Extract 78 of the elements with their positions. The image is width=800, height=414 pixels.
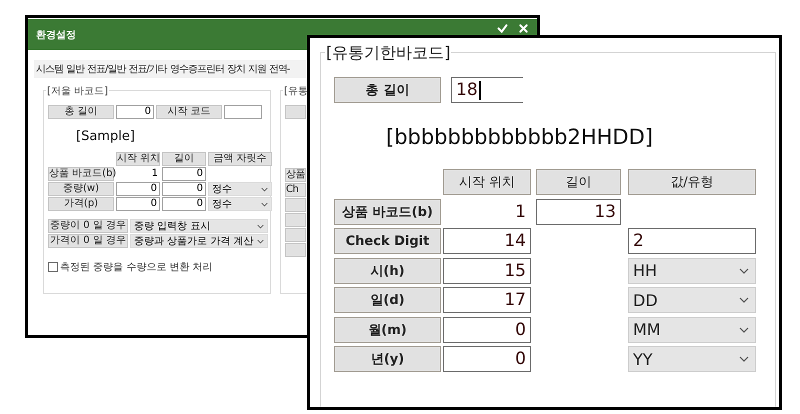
sample-text: [Sample] bbox=[76, 129, 136, 144]
input-field[interactable]: 0 bbox=[116, 182, 160, 196]
tab[interactable]: 시스템 bbox=[35, 62, 64, 76]
chevron-icon bbox=[257, 224, 264, 228]
group-title: [저울 바코드] bbox=[46, 84, 109, 98]
column-header[interactable]: 시작 위치 bbox=[116, 152, 160, 166]
option-label-button[interactable]: 가격이 0 일 경우 bbox=[48, 234, 128, 248]
input-field[interactable]: 0 bbox=[443, 316, 531, 342]
row-label-button[interactable]: 상품 bbox=[285, 168, 306, 182]
chevron-icon bbox=[739, 268, 749, 274]
dropdown[interactable]: 중량 입력창 표시 bbox=[130, 219, 268, 233]
tab[interactable]: 지원 bbox=[246, 62, 267, 76]
dropdown[interactable]: 중량과 상품가로 가격 계산 bbox=[130, 234, 268, 248]
tab[interactable]: 장치 bbox=[226, 62, 246, 76]
check-icon[interactable] bbox=[497, 23, 508, 34]
close-icon[interactable] bbox=[518, 23, 529, 34]
dropdown[interactable]: 정수 bbox=[208, 182, 272, 196]
row-label-button[interactable] bbox=[285, 228, 306, 242]
input-field[interactable] bbox=[224, 105, 262, 119]
column-header[interactable]: 길이 bbox=[536, 169, 621, 195]
input-field[interactable]: 14 bbox=[443, 228, 531, 254]
tab[interactable]: 전역- bbox=[268, 62, 290, 76]
tab[interactable]: 전표/일반 bbox=[86, 62, 126, 76]
row-label-button[interactable] bbox=[285, 213, 306, 227]
sample-text: [bbbbbbbbbbbbb2HHDD] bbox=[386, 125, 654, 149]
start-value: 1 bbox=[514, 200, 526, 224]
input-field[interactable]: 0 bbox=[162, 167, 206, 181]
label-button[interactable] bbox=[285, 105, 306, 119]
row-label-button[interactable]: 중량(w) bbox=[48, 182, 114, 196]
dropdown[interactable]: DD bbox=[628, 287, 756, 313]
column-header[interactable]: 길이 bbox=[162, 152, 206, 166]
dropdown[interactable]: HH bbox=[628, 258, 756, 284]
row-label-button[interactable]: Check Digit bbox=[334, 228, 441, 254]
input-field[interactable]: 2 bbox=[628, 228, 756, 254]
checkbox[interactable] bbox=[48, 262, 58, 272]
tab[interactable]: 일반 bbox=[65, 62, 85, 76]
text-cursor bbox=[478, 80, 481, 100]
chevron-icon bbox=[257, 238, 264, 244]
chevron-icon bbox=[739, 297, 749, 303]
row-label-button[interactable]: 일(d) bbox=[334, 287, 441, 313]
label-button[interactable]: 총 길이 bbox=[48, 105, 114, 119]
input-field[interactable]: 13 bbox=[536, 198, 621, 224]
row-label-button[interactable] bbox=[285, 243, 306, 257]
dropdown[interactable]: 정수 bbox=[208, 197, 272, 211]
dropdown[interactable]: MM bbox=[628, 316, 756, 342]
input-field[interactable]: 0 bbox=[162, 197, 206, 211]
label-button[interactable]: 총 길이 bbox=[334, 77, 441, 103]
input-field[interactable]: 0 bbox=[443, 346, 531, 372]
tab[interactable]: 전표/기타 bbox=[127, 62, 168, 76]
option-label-button[interactable]: 중량이 0 일 경우 bbox=[48, 219, 128, 233]
chevron-icon bbox=[739, 356, 749, 362]
column-header[interactable]: 값/유형 bbox=[628, 169, 756, 195]
chevron-icon bbox=[261, 186, 268, 192]
input-field[interactable]: 0 bbox=[116, 105, 154, 119]
input-field[interactable]: 0 bbox=[162, 182, 206, 196]
row-label-button[interactable]: 가격(p) bbox=[48, 197, 114, 211]
row-label-button[interactable]: 월(m) bbox=[334, 316, 441, 342]
group-title: [유통 bbox=[283, 84, 309, 98]
window-title: 환경설정 bbox=[36, 28, 76, 42]
column-header[interactable]: 시작 위치 bbox=[443, 169, 531, 195]
row-label-button[interactable]: Ch bbox=[285, 183, 306, 197]
column-header[interactable]: 금액 자릿수 bbox=[208, 152, 272, 166]
input-field[interactable]: 15 bbox=[443, 258, 531, 284]
start-value: 1 bbox=[150, 167, 159, 181]
row-label-button[interactable]: 상품 바코드(b) bbox=[48, 167, 114, 181]
input-field[interactable]: 17 bbox=[443, 287, 531, 313]
row-label-button[interactable]: 상품 바코드(b) bbox=[334, 198, 441, 224]
dropdown[interactable]: YY bbox=[628, 346, 756, 372]
chevron-icon bbox=[739, 326, 749, 332]
input-field[interactable]: 18 bbox=[451, 77, 523, 103]
label-button[interactable]: 시작 코드 bbox=[156, 105, 222, 119]
row-label-button[interactable] bbox=[285, 198, 306, 212]
tab[interactable]: 영수증프린터 bbox=[168, 62, 225, 76]
row-label-button[interactable]: 시(h) bbox=[334, 258, 441, 284]
row-label-button[interactable]: 년(y) bbox=[334, 346, 441, 372]
input-field[interactable]: 0 bbox=[116, 197, 160, 211]
chevron-icon bbox=[261, 202, 268, 206]
checkbox-label: 측정된 중량을 수량으로 변환 처리 bbox=[60, 261, 213, 274]
